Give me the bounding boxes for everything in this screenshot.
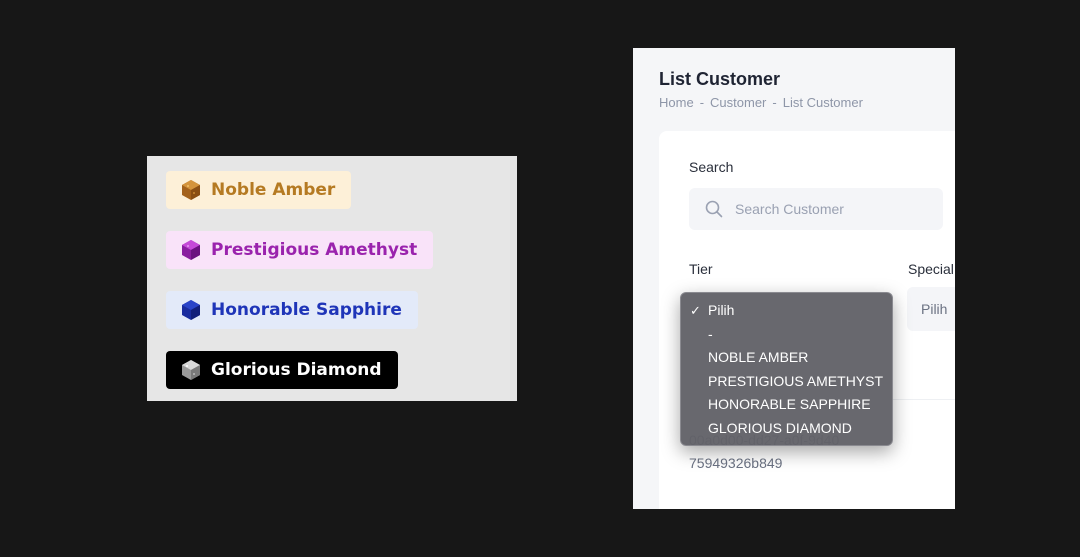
- option-label: -: [708, 325, 713, 342]
- badge-glorious-diamond: Glorious Diamond: [166, 351, 398, 389]
- badge-label: Noble Amber: [211, 180, 336, 200]
- breadcrumb-customer[interactable]: Customer: [710, 95, 766, 110]
- special-label: Special: [908, 261, 954, 277]
- search-input[interactable]: [735, 201, 915, 217]
- special-select[interactable]: Pilih: [907, 287, 955, 331]
- tier-option-pilih[interactable]: ✓ Pilih: [681, 299, 892, 323]
- tier-option-noble-amber[interactable]: NOBLE AMBER: [681, 346, 892, 370]
- search-box[interactable]: [689, 188, 943, 230]
- tier-label: Tier: [689, 261, 713, 277]
- breadcrumb-current: List Customer: [782, 95, 863, 110]
- badge-honorable-sapphire: Honorable Sapphire: [166, 291, 418, 329]
- badge-label: Prestigious Amethyst: [211, 240, 418, 260]
- customer-id-line: 75949326b849: [689, 455, 783, 471]
- tier-option-prestigious-amethyst[interactable]: PRESTIGIOUS AMETHYST: [681, 370, 892, 394]
- badge-prestigious-amethyst: Prestigious Amethyst: [166, 231, 434, 269]
- tier-badge-panel: Noble Amber Prestigious Amethyst Honorab…: [147, 156, 517, 401]
- option-label: PRESTIGIOUS AMETHYST: [708, 372, 884, 389]
- breadcrumb-separator: -: [699, 95, 705, 110]
- diamond-gem-icon: [182, 360, 200, 380]
- option-label: NOBLE AMBER: [708, 349, 809, 366]
- tier-option-glorious-diamond[interactable]: GLORIOUS DIAMOND: [681, 417, 892, 441]
- breadcrumb: Home - Customer - List Customer: [659, 95, 863, 110]
- page-title: List Customer: [659, 69, 781, 89]
- badge-label: Honorable Sapphire: [211, 300, 402, 320]
- amethyst-gem-icon: [182, 240, 200, 260]
- amber-gem-icon: [182, 180, 200, 200]
- sapphire-gem-icon: [182, 300, 200, 320]
- search-icon: [705, 200, 723, 218]
- tier-option-none[interactable]: -: [681, 323, 892, 347]
- option-label: GLORIOUS DIAMOND: [708, 419, 852, 436]
- search-label: Search: [689, 159, 734, 175]
- badge-noble-amber: Noble Amber: [166, 171, 352, 209]
- tier-option-honorable-sapphire[interactable]: HONORABLE SAPPHIRE: [681, 393, 892, 417]
- option-label: Pilih: [708, 302, 735, 318]
- breadcrumb-home[interactable]: Home: [659, 95, 694, 110]
- checkmark-icon: ✓: [690, 303, 701, 318]
- breadcrumb-separator: -: [772, 95, 777, 110]
- option-label: HONORABLE SAPPHIRE: [708, 396, 871, 413]
- badge-label: Glorious Diamond: [211, 360, 382, 380]
- tier-dropdown-menu[interactable]: ✓ Pilih - NOBLE AMBER PRESTIGIOUS AMETHY…: [680, 292, 893, 446]
